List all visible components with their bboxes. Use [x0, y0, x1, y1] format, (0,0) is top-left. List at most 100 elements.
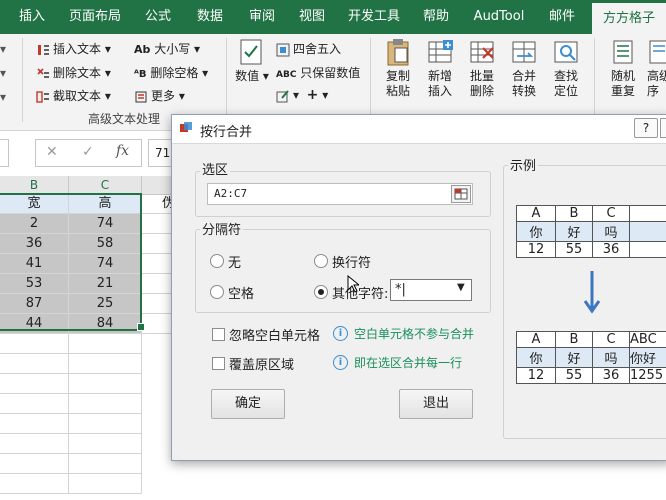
value-button[interactable]: 数值 ▾ — [234, 38, 270, 84]
chevron-down-icon: ▾ — [0, 66, 7, 80]
empty-cell[interactable] — [69, 454, 142, 474]
mouse-cursor-icon — [347, 274, 361, 293]
empty-cell[interactable] — [69, 354, 142, 374]
radio-space[interactable] — [210, 285, 224, 299]
delete-space-button[interactable]: ᴬB 删除空格 ▾ — [134, 64, 208, 81]
keep-values-icon: ABC — [276, 70, 297, 80]
selection-range-border — [0, 193, 142, 331]
tab-mail[interactable]: 邮件 — [540, 0, 584, 34]
radio-none[interactable] — [210, 254, 224, 268]
empty-cell[interactable] — [69, 394, 142, 414]
radio-other[interactable] — [314, 285, 328, 299]
empty-cell[interactable] — [0, 414, 69, 434]
edit-pencil-icon — [276, 89, 290, 103]
round-label: 四舍五入 — [293, 42, 342, 56]
radio-newline[interactable] — [314, 254, 328, 268]
merge-convert-button[interactable]: 合并转换 — [504, 38, 544, 99]
group-divider — [370, 38, 371, 122]
empty-cell[interactable] — [0, 394, 69, 414]
tab-help[interactable]: 帮助 — [416, 0, 456, 34]
insert-new-button[interactable]: 新增插入 — [420, 38, 460, 99]
help-button[interactable]: ? — [634, 118, 658, 138]
example-after-table: A B C ABC 你 好 吗 你好 12 55 36 1255 — [516, 331, 666, 384]
empty-cell[interactable] — [0, 354, 69, 374]
tab-fangfang[interactable]: 方方格子 — [592, 3, 666, 34]
other-char-value: *| — [395, 282, 406, 297]
example-cell: 吗 — [592, 347, 630, 368]
tab-formulas[interactable]: 公式 — [136, 0, 180, 34]
plus-icon: + — [306, 87, 319, 103]
empty-cell[interactable] — [0, 374, 69, 394]
ok-button[interactable]: 确定 — [211, 389, 285, 419]
advanced-seq-icon — [646, 38, 666, 66]
advanced-seq-button[interactable]: 高级序 — [646, 38, 666, 99]
empty-cell[interactable] — [142, 214, 172, 234]
more-label: 更多 — [151, 89, 176, 103]
keep-values-button[interactable]: ABC 只保留数值 — [276, 64, 360, 81]
example-cell: 好 — [555, 221, 593, 242]
cancel-icon[interactable]: ✕ — [46, 144, 58, 160]
find-locate-button[interactable]: 查找定位 — [546, 38, 586, 99]
range-picker-icon[interactable] — [451, 185, 471, 203]
empty-cell[interactable] — [0, 474, 69, 494]
close-button[interactable] — [660, 118, 666, 138]
random-repeat-button[interactable]: 随机重复 — [604, 38, 642, 99]
example-cell: 12 — [516, 367, 556, 384]
insert-text-button[interactable]: 插入文本 ▾ — [36, 40, 111, 57]
fx-icon[interactable]: fx — [116, 143, 129, 159]
other-char-combobox[interactable]: *| ▼ — [390, 279, 472, 301]
batch-delete-button[interactable]: 批量删除 — [462, 38, 502, 99]
empty-cell[interactable] — [142, 234, 172, 254]
clipboard-icon — [383, 38, 413, 66]
empty-cell[interactable] — [69, 434, 142, 454]
empty-cell[interactable] — [0, 434, 69, 454]
case-label: 大小写 — [154, 42, 191, 56]
insert-table-icon — [425, 38, 455, 66]
overwrite-checkbox[interactable] — [212, 357, 225, 370]
app-icon — [180, 122, 192, 134]
tab-view[interactable]: 视图 — [292, 0, 332, 34]
example-cell: C — [592, 331, 630, 348]
fill-handle[interactable] — [137, 323, 145, 331]
advanced-seq-label: 高级序 — [647, 69, 666, 98]
extract-text-button[interactable]: 截取文本 ▾ — [36, 87, 111, 104]
tab-audtool[interactable]: AudTool — [466, 0, 532, 34]
tab-page-layout[interactable]: 页面布局 — [64, 0, 126, 34]
radio-space-label: 空格 — [228, 287, 255, 302]
chevron-down-icon[interactable]: ▼ — [457, 282, 465, 293]
empty-cell[interactable] — [69, 374, 142, 394]
empty-cell[interactable] — [142, 274, 172, 294]
exit-button[interactable]: 退出 — [399, 389, 473, 419]
example-cell — [629, 221, 666, 242]
dialog-title: 按行合并 — [200, 125, 253, 140]
ignore-blank-label: 忽略空白单元格 — [229, 329, 321, 344]
round-button[interactable]: 四舍五入 — [276, 40, 341, 57]
example-cell: 12 — [516, 241, 556, 258]
tab-developer[interactable]: 开发工具 — [340, 0, 408, 34]
delete-text-button[interactable]: 删除文本 ▾ — [36, 64, 111, 81]
tab-data[interactable]: 数据 — [188, 0, 232, 34]
more-button[interactable]: 更多 ▾ — [134, 87, 185, 104]
radio-none-label: 无 — [228, 256, 242, 271]
empty-cell[interactable] — [0, 334, 69, 354]
copy-paste-label: 复制粘贴 — [385, 69, 410, 98]
empty-cell[interactable] — [142, 254, 172, 274]
name-box-edge[interactable] — [0, 139, 9, 167]
empty-cell[interactable] — [69, 474, 142, 494]
example-cell: 36 — [592, 367, 630, 384]
case-button[interactable]: Ab 大小写 ▾ — [134, 40, 200, 57]
tab-review[interactable]: 审阅 — [240, 0, 284, 34]
confirm-icon[interactable]: ✓ — [82, 144, 94, 160]
tab-insert[interactable]: 插入 — [8, 0, 56, 34]
empty-cell[interactable] — [69, 334, 142, 354]
selection-input[interactable]: A2:C7 — [207, 183, 473, 205]
empty-cell[interactable] — [0, 454, 69, 474]
arrow-down-icon — [582, 269, 602, 318]
empty-cell[interactable] — [142, 314, 172, 334]
copy-paste-button[interactable]: 复制粘贴 — [378, 38, 418, 99]
empty-cell[interactable] — [142, 294, 172, 314]
number-extra-button[interactable]: ▾ + ▾ — [276, 87, 328, 103]
empty-cell[interactable] — [69, 414, 142, 434]
ignore-blank-checkbox[interactable] — [212, 328, 225, 341]
batch-delete-label: 批量删除 — [469, 69, 494, 98]
